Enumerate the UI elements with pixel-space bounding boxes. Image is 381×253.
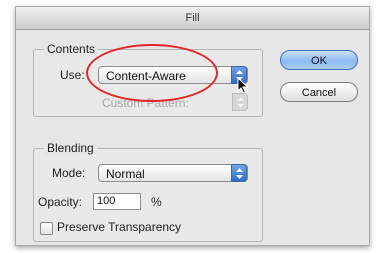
preserve-transparency-checkbox[interactable] — [40, 222, 53, 235]
mouse-pointer-icon — [237, 77, 249, 94]
mode-select[interactable]: Normal — [98, 164, 248, 182]
mode-label: Mode: — [52, 166, 86, 180]
use-select-value: Content-Aware — [106, 69, 186, 83]
fill-dialog: Fill Contents Use: Content-Aware Custom … — [15, 6, 370, 246]
custom-pattern-select — [232, 93, 248, 111]
cancel-button[interactable]: Cancel — [280, 82, 358, 102]
blending-legend: Blending — [44, 141, 97, 155]
dialog-title: Fill — [16, 7, 369, 30]
use-label: Use: — [60, 68, 85, 82]
opacity-label: Opacity: — [38, 195, 83, 209]
updown-arrows-icon — [232, 93, 248, 111]
contents-legend: Contents — [44, 42, 99, 56]
custom-pattern-label: Custom Pattern: — [102, 96, 189, 110]
opacity-input[interactable]: 100 — [93, 193, 141, 210]
preserve-transparency-label[interactable]: Preserve Transparency — [57, 219, 181, 235]
ok-button[interactable]: OK — [280, 50, 358, 70]
use-select[interactable]: Content-Aware — [98, 66, 248, 84]
opacity-unit: % — [151, 195, 162, 209]
updown-arrows-icon — [231, 164, 247, 182]
mode-select-value: Normal — [106, 167, 145, 181]
